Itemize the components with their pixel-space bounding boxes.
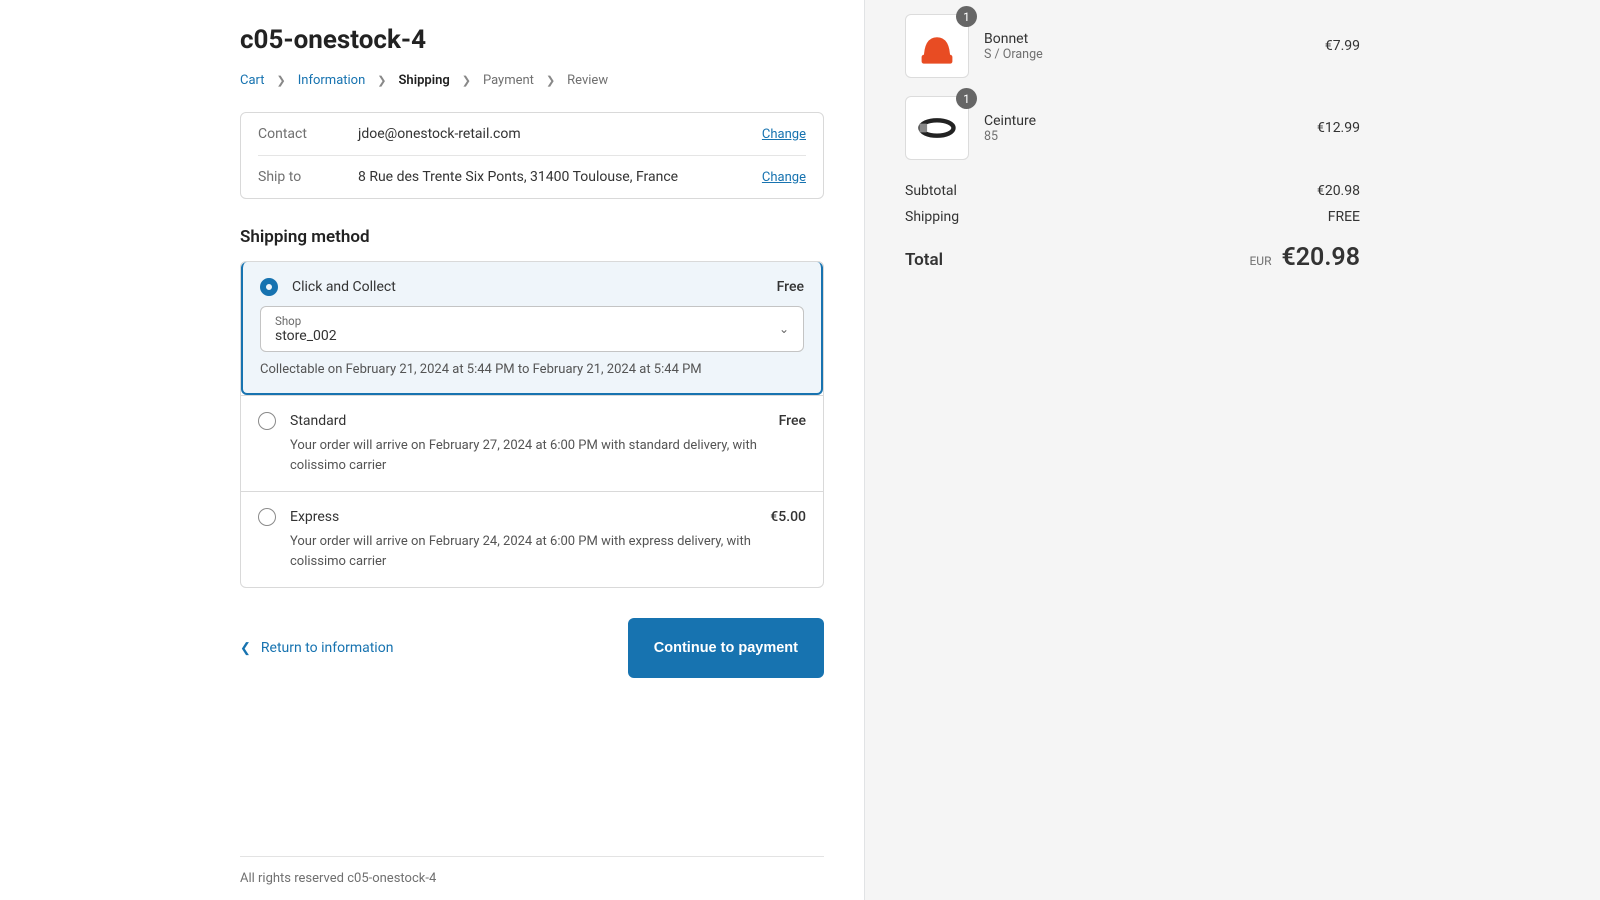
breadcrumb-cart[interactable]: Cart [240,73,265,88]
subtotal-value: €20.98 [1317,183,1360,199]
chevron-right-icon: ❯ [462,74,471,87]
item-price: €7.99 [1325,38,1360,54]
collect-note: Collectable on February 21, 2024 at 5:44… [260,362,804,377]
breadcrumb-review: Review [567,73,608,88]
shop-select-label: Shop [275,314,337,328]
breadcrumb-information[interactable]: Information [298,73,366,88]
chevron-down-icon: ⌄ [779,322,789,336]
shop-select-value: store_002 [275,328,337,344]
method-price: Free [777,279,804,295]
total-value: €20.98 [1281,243,1360,272]
belt-icon [915,106,959,150]
qty-badge: 1 [956,88,977,109]
page-title: c05-onestock-4 [240,25,824,55]
shipping-label: Shipping [905,209,959,225]
breadcrumb-shipping: Shipping [399,73,450,88]
beanie-icon [915,24,959,68]
breadcrumb-payment: Payment [483,73,534,88]
shipto-value: 8 Rue des Trente Six Ponts, 31400 Toulou… [358,169,762,185]
radio-icon[interactable] [260,278,278,296]
method-standard[interactable]: Standard Free Your order will arrive on … [241,395,823,491]
method-name: Standard [290,413,765,429]
cart-item: 1 Bonnet S / Orange €7.99 [905,14,1360,78]
shipping-methods: Click and Collect Free Shop store_002 ⌄ … [240,261,824,588]
total-currency: EUR [1249,254,1271,268]
chevron-left-icon: ❮ [240,641,251,656]
method-desc: Your order will arrive on February 24, 2… [290,532,806,571]
item-name: Bonnet [984,31,1310,47]
method-price: Free [779,413,806,429]
subtotal-row: Subtotal €20.98 [905,178,1360,204]
continue-button[interactable]: Continue to payment [628,618,824,678]
shipto-label: Ship to [258,169,358,185]
item-variant: S / Orange [984,47,1310,62]
method-desc: Your order will arrive on February 27, 2… [290,436,806,475]
review-row-contact: Contact jdoe@onestock-retail.com Change [258,113,806,155]
total-row: Total EUR €20.98 [905,238,1360,277]
method-click-collect[interactable]: Click and Collect Free Shop store_002 ⌄ … [241,262,823,395]
contact-value: jdoe@onestock-retail.com [358,126,762,142]
chevron-right-icon: ❯ [377,74,386,87]
shipping-row: Shipping FREE [905,204,1360,230]
chevron-right-icon: ❯ [277,74,286,87]
breadcrumb: Cart ❯ Information ❯ Shipping ❯ Payment … [240,73,824,88]
footer-text: All rights reserved c05-onestock-4 [240,856,824,900]
method-price: €5.00 [770,509,806,525]
actions-row: ❮ Return to information Continue to paym… [240,618,824,678]
method-express[interactable]: Express €5.00 Your order will arrive on … [241,491,823,587]
shipping-value: FREE [1328,209,1360,225]
radio-icon[interactable] [258,508,276,526]
item-price: €12.99 [1317,120,1360,136]
total-label: Total [905,250,943,270]
change-shipto-link[interactable]: Change [762,170,806,185]
shipping-method-title: Shipping method [240,227,824,247]
qty-badge: 1 [956,6,977,27]
item-variant: 85 [984,129,1302,144]
return-link[interactable]: ❮ Return to information [240,640,393,656]
cart-item: 1 Ceinture 85 €12.99 [905,96,1360,160]
contact-label: Contact [258,126,358,142]
item-name: Ceinture [984,113,1302,129]
change-contact-link[interactable]: Change [762,127,806,142]
subtotal-label: Subtotal [905,183,957,199]
order-summary: 1 Bonnet S / Orange €7.99 1 Ceinture 85 … [865,0,1600,900]
review-box: Contact jdoe@onestock-retail.com Change … [240,112,824,199]
review-row-shipto: Ship to 8 Rue des Trente Six Ponts, 3140… [258,155,806,198]
method-name: Click and Collect [292,279,763,295]
chevron-right-icon: ❯ [546,74,555,87]
return-link-label: Return to information [261,640,394,656]
method-name: Express [290,509,756,525]
radio-icon[interactable] [258,412,276,430]
shop-select[interactable]: Shop store_002 ⌄ [260,306,804,352]
